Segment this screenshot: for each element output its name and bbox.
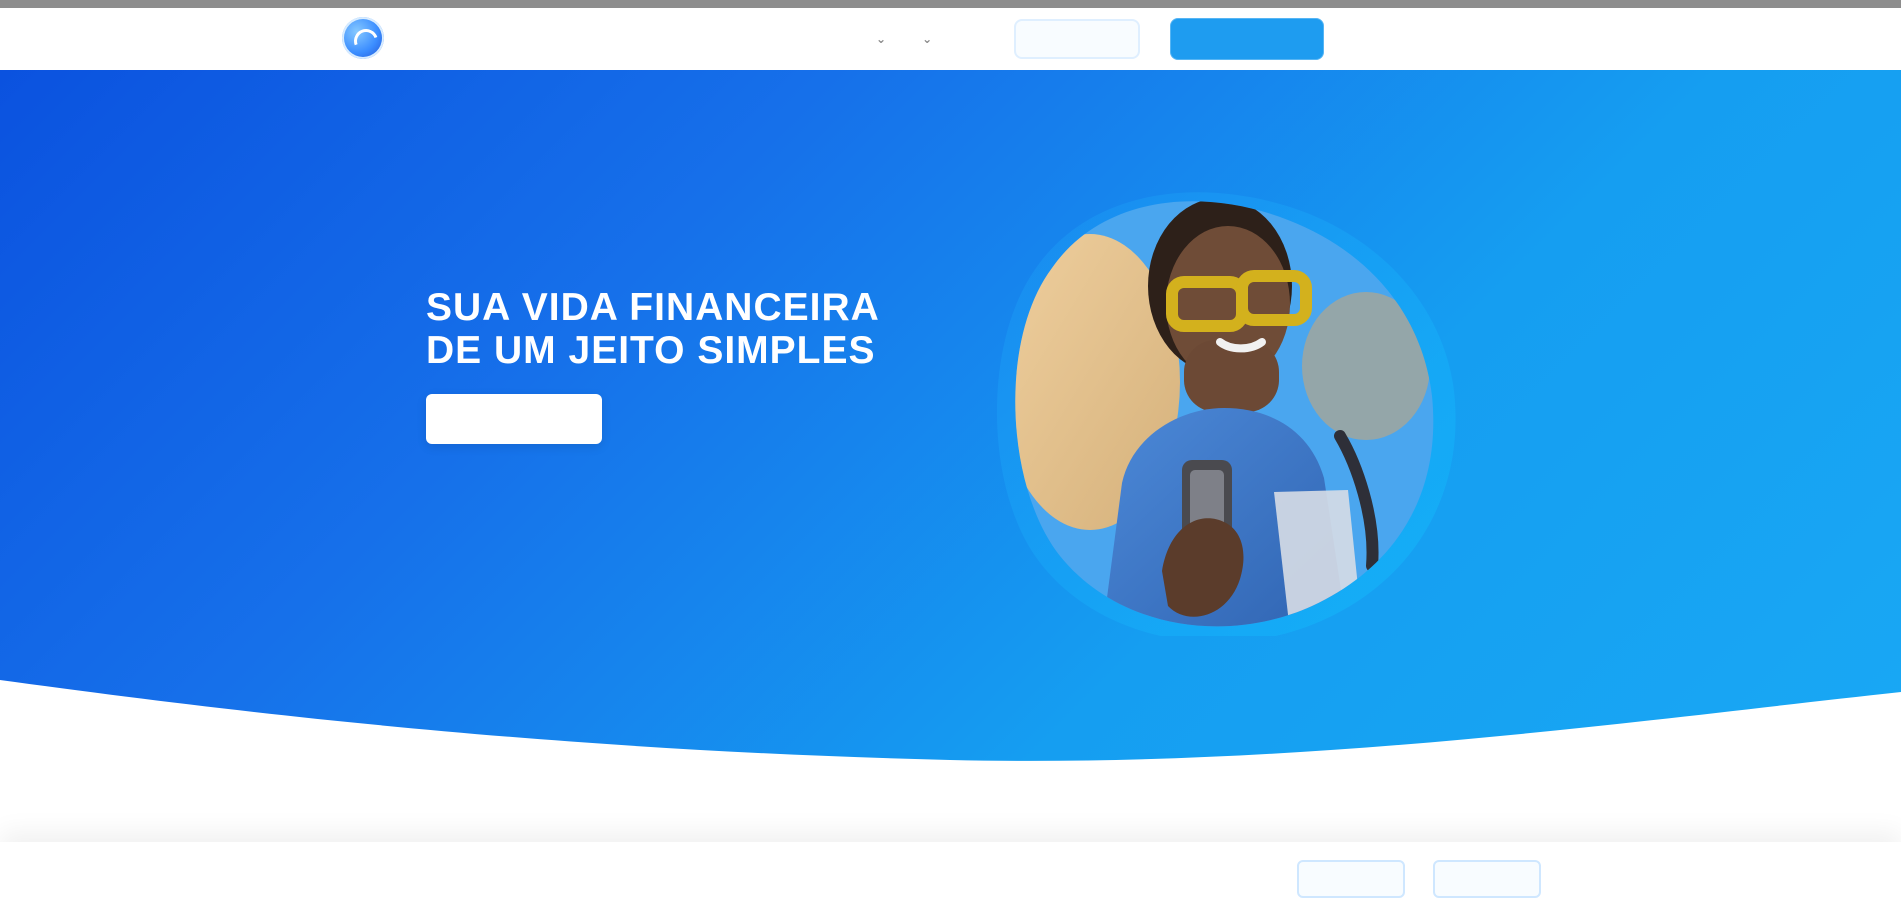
chevron-down-icon: ⌄ (922, 32, 933, 46)
brand-logo[interactable] (342, 16, 482, 60)
cookie-button-1[interactable] (1297, 860, 1405, 898)
main-nav: ⌄ ⌄ (870, 8, 1354, 70)
cookie-button-2[interactable] (1433, 860, 1541, 898)
secondary-cta-button[interactable] (1014, 19, 1141, 59)
hero-cta-button[interactable] (426, 394, 602, 444)
chevron-down-icon: ⌄ (876, 32, 887, 46)
hero-section: SUA VIDA FINANCEIRA DE UM JEITO SIMPLES (0, 70, 1901, 780)
top-navigation: ⌄ ⌄ (0, 8, 1901, 70)
browser-top-strip (0, 0, 1901, 8)
cookie-actions (1297, 860, 1541, 898)
person-with-phone-illustration (997, 192, 1456, 636)
nav-item-2[interactable]: ⌄ (916, 33, 932, 45)
brand-mark-icon (342, 17, 384, 59)
hero-bottom-wave (0, 680, 1901, 780)
hero-copy-block: SUA VIDA FINANCEIRA DE UM JEITO SIMPLES (426, 286, 946, 444)
cookie-consent-bar (0, 842, 1901, 919)
hero-illustration (992, 158, 1462, 636)
hero-title: SUA VIDA FINANCEIRA DE UM JEITO SIMPLES (426, 286, 879, 372)
nav-item-1[interactable]: ⌄ (870, 33, 886, 45)
primary-cta-button[interactable] (1170, 18, 1325, 60)
